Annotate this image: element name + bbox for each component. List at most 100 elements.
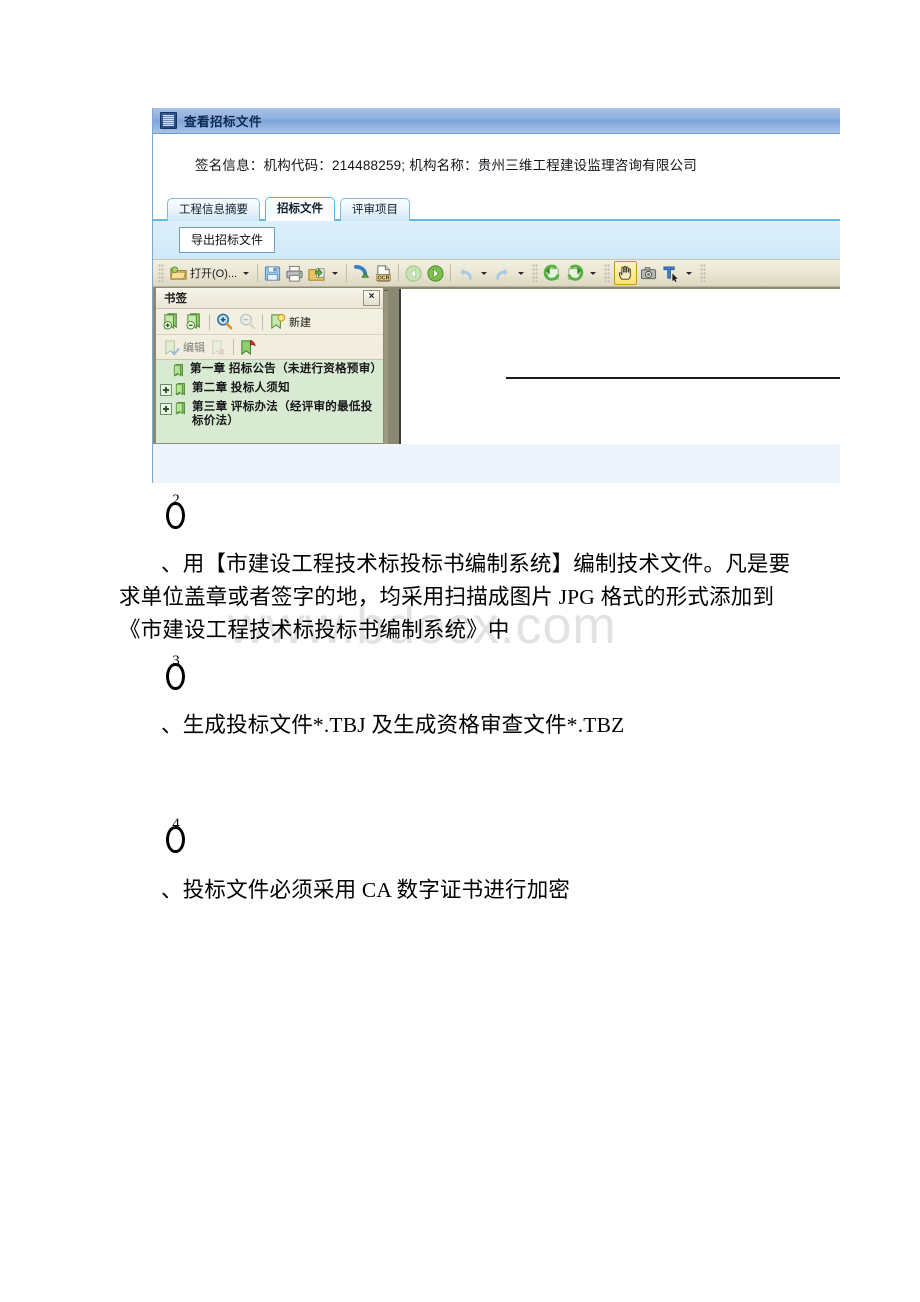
bookmark-panel-header: 书签 × (156, 288, 383, 309)
numbered-bullet-icon: 2 (163, 492, 189, 530)
ocr-icon: OCR (376, 264, 391, 281)
redo-dropdown-arrow[interactable] (518, 271, 525, 275)
document-page: www.bdocx.com 查看招标文件 签名信息：机构代码：214488259… (0, 0, 920, 1302)
snapshot-button[interactable] (638, 262, 659, 284)
hand-tool-button[interactable] (614, 261, 638, 285)
undo-dropdown-arrow[interactable] (481, 271, 488, 275)
send-email-button[interactable] (351, 262, 372, 284)
list-paragraph-2: 、用【市建设工程技术标投标书编制系统】编制技术文件。凡是要求单位盖章或者签字的地… (119, 552, 791, 642)
undo-icon (460, 268, 472, 280)
expand-toggle-icon (160, 365, 170, 375)
ocr-button[interactable]: OCR (373, 262, 394, 284)
rotate-dropdown-arrow[interactable] (590, 271, 597, 275)
expand-toggle-icon[interactable] (160, 384, 172, 396)
bookmark-tree-item[interactable]: 第三章 评标办法（经评审的最低投标价法） (156, 399, 383, 429)
list-paragraph-3: 、生成投标文件*.TBJ 及生成资格审查文件*.TBZ (161, 713, 625, 737)
bookmark-tree-item[interactable]: 第二章 投标人须知 (156, 380, 383, 399)
toolbar-grip-handle[interactable] (532, 264, 539, 282)
toolbar-separator (398, 264, 400, 282)
list-marker-4: 4 (163, 817, 189, 860)
tab-tender-document[interactable]: 招标文件 (265, 197, 335, 221)
toolbar-grip-handle[interactable] (158, 264, 164, 282)
svg-text:OCR: OCR (378, 275, 390, 281)
toolbar-grip-handle[interactable] (700, 264, 707, 282)
list-marker-2: 2 (163, 492, 189, 536)
bookmark-edit-icon (165, 339, 180, 356)
text-select-button[interactable] (660, 262, 681, 284)
reader-body: 书签 × 新建 编辑 第一章 招标公告（未进行资格预审） 第二章 投标人须知 第… (153, 287, 840, 444)
close-icon[interactable]: × (363, 290, 380, 306)
bookmark-new-button[interactable]: 新建 (267, 311, 312, 333)
rotate-right-icon (567, 264, 584, 281)
tab-project-info-summary[interactable]: 工程信息摘要 (167, 198, 260, 221)
bookmark-tree-item[interactable]: 第一章 招标公告（未进行资格预审） (156, 361, 383, 380)
open-folder-icon (170, 265, 187, 280)
export-dropdown-arrow[interactable] (332, 271, 339, 275)
bookmark-new-label: 新建 (289, 316, 311, 329)
text-tool-dropdown-arrow[interactable] (686, 271, 693, 275)
bookmark-toolbar-row-1: 新建 (156, 309, 383, 335)
zoom-out-icon (240, 313, 256, 330)
tab-strip: 工程信息摘要 招标文件 评审项目 (153, 194, 840, 221)
back-arrow-icon (405, 264, 422, 282)
text-select-icon (663, 265, 678, 282)
bookmark-edit-button[interactable]: 编辑 (161, 336, 206, 358)
export-package-icon (308, 267, 325, 281)
zoom-in-icon (217, 313, 233, 330)
bookmark-add-icon (163, 313, 177, 330)
app-window-icon (160, 112, 177, 129)
undo-button[interactable] (455, 262, 476, 284)
bullet-digit: 2 (172, 492, 180, 508)
bookmark-clear-button[interactable] (238, 336, 259, 358)
redo-button[interactable] (492, 262, 513, 284)
bookmark-expand-all-button[interactable] (161, 311, 182, 333)
navigate-back-button[interactable] (403, 262, 424, 284)
open-file-button[interactable]: 打开(O)... (168, 262, 238, 284)
hand-tool-icon (618, 265, 631, 280)
app-window-title: 查看招标文件 (184, 115, 263, 129)
printer-icon (286, 265, 303, 282)
bookmark-leaf-icon (175, 383, 185, 396)
toolbar-separator (450, 264, 452, 282)
snapshot-camera-icon (641, 266, 657, 279)
save-disk-icon (264, 265, 281, 281)
rotate-right-button[interactable] (564, 262, 585, 284)
bookmark-zoom-in-button[interactable] (214, 311, 235, 333)
signature-info-row: 签名信息：机构代码：214488259; 机构名称：贵州三维工程建设监理咨询有限… (153, 134, 840, 194)
bookmark-leaf-icon (175, 402, 185, 415)
save-button[interactable] (262, 262, 283, 284)
bookmark-collapse-all-button[interactable] (184, 311, 205, 333)
export-tender-document-button[interactable]: 导出招标文件 (179, 227, 276, 253)
print-button[interactable] (284, 262, 305, 284)
bookmark-item-label: 第一章 招标公告（未进行资格预审） (190, 363, 383, 375)
document-page-canvas[interactable] (399, 289, 840, 444)
open-file-dropdown-arrow[interactable] (243, 271, 250, 275)
bookmark-toolbar-row-2: 编辑 (156, 335, 383, 360)
numbered-bullet-icon: 4 (163, 817, 189, 854)
bullet-digit: 3 (172, 653, 180, 669)
numbered-bullet-icon: 3 (163, 653, 189, 691)
rotate-left-icon (543, 264, 560, 281)
app-titlebar: 查看招标文件 (153, 108, 840, 134)
reader-toolbar: 打开(O)... OCR (153, 259, 840, 287)
expand-toggle-icon[interactable] (160, 403, 172, 415)
toolbar-grip-handle[interactable] (604, 264, 611, 282)
bookmark-new-icon (271, 313, 286, 330)
bookmark-tree: 第一章 招标公告（未进行资格预审） 第二章 投标人须知 第三章 评标办法（经评审… (156, 360, 383, 443)
rotate-left-button[interactable] (542, 262, 563, 284)
list-paragraph-4: 、投标文件必须采用 CA 数字证书进行加密 (161, 878, 571, 902)
toolbar-separator (346, 264, 348, 282)
navigate-forward-button[interactable] (425, 262, 446, 284)
embedded-app-screenshot: 查看招标文件 签名信息：机构代码：214488259; 机构名称：贵州三维工程建… (152, 108, 840, 483)
bookmark-panel-title: 书签 (164, 293, 187, 305)
bookmark-toolbar-separator (209, 313, 210, 330)
bookmark-toolbar-separator (233, 339, 234, 355)
tab-review-items[interactable]: 评审项目 (340, 198, 410, 221)
bookmark-item-label: 第三章 评标办法（经评审的最低投标价法） (192, 401, 373, 427)
document-horizontal-rule (506, 377, 840, 379)
export-package-button[interactable] (306, 262, 327, 284)
list-marker-3: 3 (163, 653, 189, 697)
bookmark-item-label: 第二章 投标人须知 (192, 382, 290, 394)
email-send-icon (353, 264, 370, 278)
bookmark-zoom-out-button (237, 311, 258, 333)
